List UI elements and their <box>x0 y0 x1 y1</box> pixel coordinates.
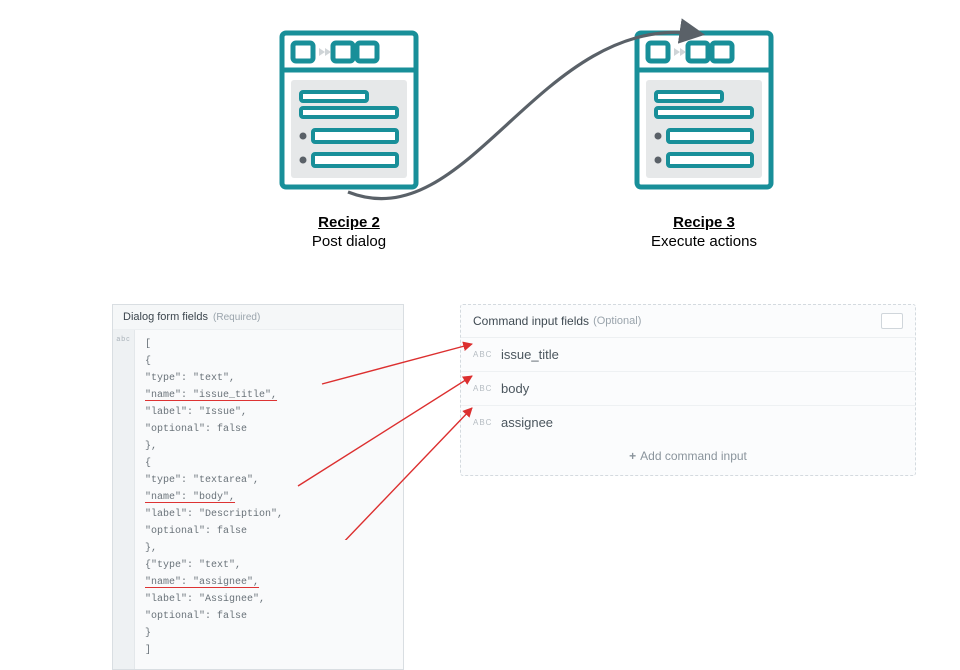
recipe-2-title: Recipe 2 <box>279 214 419 231</box>
plus-icon: + <box>629 449 636 463</box>
add-command-input-label: Add command input <box>640 449 747 463</box>
dialog-panel-header-label: Dialog form fields <box>123 311 208 323</box>
recipe-3-title: Recipe 3 <box>634 214 774 231</box>
dialog-json-code[interactable]: [{"type": "text","name": "issue_title","… <box>135 330 403 669</box>
command-input-fields-panel: Command input fields (Optional) ABCissue… <box>460 304 916 476</box>
recipe-2-subtitle: Post dialog <box>279 233 419 250</box>
add-command-input-button[interactable]: + Add command input <box>461 439 915 475</box>
dialog-form-fields-panel: Dialog form fields (Required) abc [{"typ… <box>112 304 404 670</box>
recipe-3-subtitle: Execute actions <box>634 233 774 250</box>
command-input-label: assignee <box>501 415 553 430</box>
recipe-icon-left <box>279 30 419 190</box>
command-input-label: body <box>501 381 529 396</box>
command-panel-header-label: Command input fields <box>473 314 589 328</box>
abc-icon: ABC <box>473 350 501 359</box>
recipe-icon-right <box>634 30 774 190</box>
command-input-label: issue_title <box>501 347 559 362</box>
code-gutter: abc <box>113 330 135 669</box>
command-input-row[interactable]: ABCbody <box>461 372 915 406</box>
command-input-row[interactable]: ABCassignee <box>461 406 915 439</box>
caption-recipe-3: Recipe 3 Execute actions <box>634 214 774 250</box>
command-input-row[interactable]: ABCissue_title <box>461 338 915 372</box>
abc-icon: ABC <box>473 418 501 427</box>
abc-icon: ABC <box>473 384 501 393</box>
command-panel-toggle-icon[interactable] <box>881 313 903 329</box>
command-panel-header: Command input fields (Optional) <box>461 305 915 338</box>
caption-recipe-2: Recipe 2 Post dialog <box>279 214 419 250</box>
dialog-panel-header: Dialog form fields (Required) <box>113 305 403 330</box>
dialog-panel-header-hint: (Required) <box>213 312 260 323</box>
command-panel-header-hint: (Optional) <box>593 315 641 327</box>
